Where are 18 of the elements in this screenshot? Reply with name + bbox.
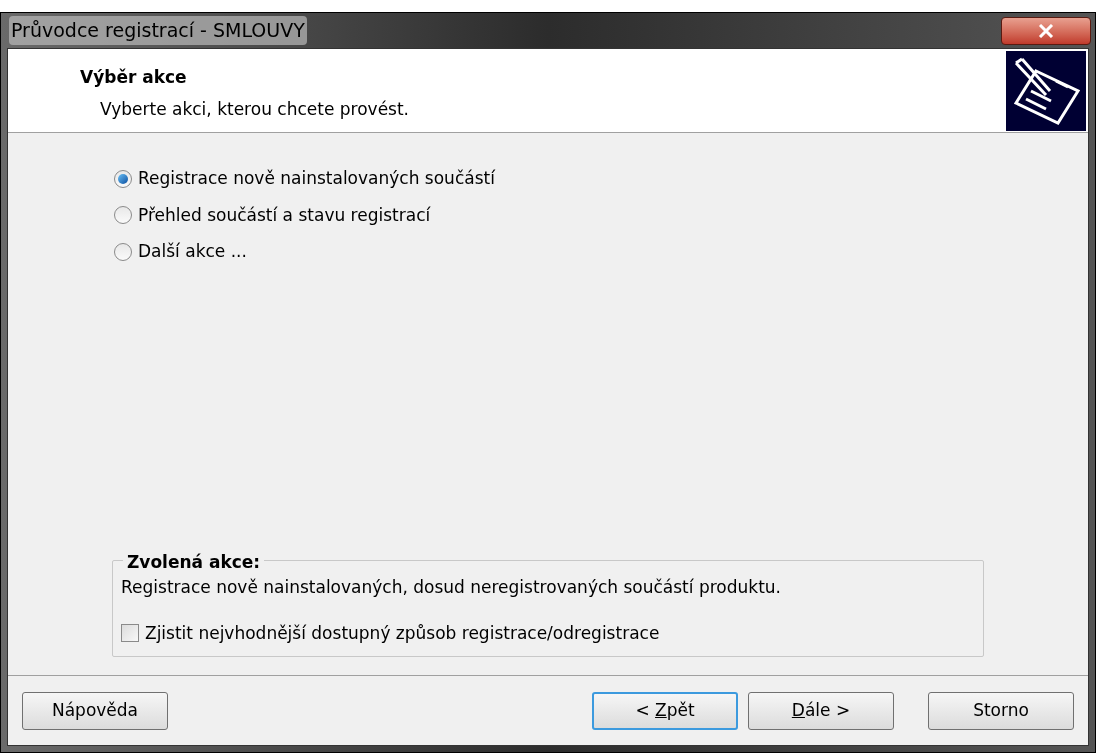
group-description: Registrace nově nainstalovaných, dosud neregistrovaných součástí produktu. <box>121 576 782 599</box>
radio-button[interactable] <box>114 242 132 261</box>
dialog-button[interactable]: < Zpět <box>592 691 738 730</box>
header-subtitle: Vyberte akci, kterou chcete provést. <box>99 97 409 121</box>
close-button[interactable] <box>1001 16 1091 45</box>
checkbox[interactable] <box>121 624 139 643</box>
window-title: Průvodce registrací - SMLOUVY <box>9 16 307 45</box>
checkbox-label: Zjistit nejvhodnější dostupný způsob registrace/odregistrace <box>145 621 660 645</box>
dialog-button[interactable]: Dále > <box>748 691 894 730</box>
close-icon <box>1038 23 1054 38</box>
radio-button[interactable] <box>114 206 132 225</box>
radio-label: Přehled součástí a stavu registrací <box>138 203 431 227</box>
radio-button[interactable] <box>114 169 132 188</box>
dialog-button[interactable]: Storno <box>928 691 1074 730</box>
radio-label: Další akce ... <box>138 240 247 263</box>
radio-label: Registrace nově nainstalovaných součástí <box>138 167 495 190</box>
header-title: Výběr akce <box>80 66 188 89</box>
dialog-button[interactable]: Nápověda <box>22 691 168 730</box>
